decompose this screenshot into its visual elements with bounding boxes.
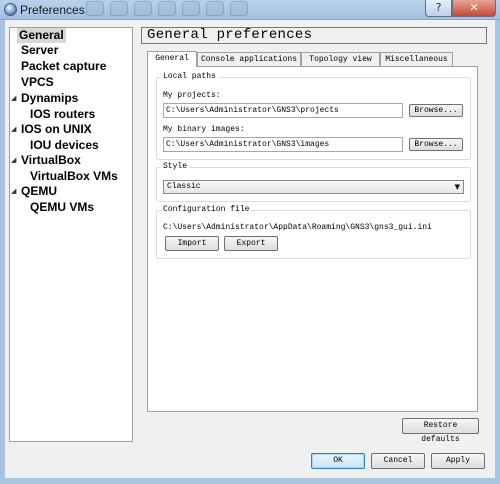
expand-arrow-icon[interactable]: ◢	[11, 122, 16, 137]
preferences-sidebar: General Server Packet capture VPCS ◢ Dyn…	[9, 27, 133, 442]
ok-button[interactable]: OK	[311, 453, 365, 469]
tab-topology-view[interactable]: Topology view	[301, 52, 380, 66]
preferences-app-icon	[4, 3, 17, 16]
sidebar-item-label: General	[17, 28, 66, 43]
import-button[interactable]: Import	[165, 236, 219, 251]
ghost-tool-icon	[110, 1, 128, 16]
sidebar-item-iou-devices[interactable]: IOU devices	[28, 138, 150, 153]
sidebar-item-virtualbox-vms[interactable]: VirtualBox VMs	[28, 169, 150, 184]
page-title: General preferences	[141, 27, 487, 44]
sidebar-item-label: QEMU VMs	[30, 200, 95, 214]
expand-arrow-icon[interactable]: ◢	[11, 184, 16, 199]
tab-console-applications[interactable]: Console applications	[197, 52, 301, 66]
config-file-path: C:\Users\Administrator\AppData\Roaming\G…	[163, 223, 432, 232]
sidebar-item-qemu-vms[interactable]: QEMU VMs	[28, 200, 150, 215]
sidebar-item-label: Server	[21, 43, 59, 57]
sidebar-item-general[interactable]: General	[17, 28, 139, 43]
general-tab-panel: Local paths My projects: C:\Users\Admini…	[147, 66, 478, 412]
style-selected-value: Classic	[167, 182, 201, 191]
cancel-button[interactable]: Cancel	[371, 453, 425, 469]
sidebar-item-packet-capture[interactable]: Packet capture	[19, 59, 141, 74]
window-title: Preferences	[20, 3, 85, 17]
style-title: Style	[161, 162, 190, 172]
sidebar-item-label: IOU devices	[30, 138, 99, 152]
sidebar-item-label: IOS on UNIX	[21, 122, 92, 136]
style-select[interactable]: Classic ▼	[163, 180, 464, 194]
configuration-file-group: Configuration file C:\Users\Administrato…	[156, 205, 471, 259]
help-button[interactable]: ?	[425, 0, 452, 17]
sidebar-item-server[interactable]: Server	[19, 43, 141, 58]
sidebar-item-vpcs[interactable]: VPCS	[19, 75, 141, 90]
tab-general[interactable]: General	[147, 51, 197, 67]
ghost-tool-icon	[158, 1, 176, 16]
apply-button[interactable]: Apply	[431, 453, 485, 469]
browse-images-button[interactable]: Browse...	[409, 138, 463, 151]
sidebar-item-label: Dynamips	[21, 91, 79, 105]
sidebar-item-dynamips[interactable]: ◢ Dynamips	[10, 91, 132, 106]
ghost-tool-icon	[86, 1, 104, 16]
sidebar-item-label: QEMU	[21, 184, 57, 198]
style-group: Style Classic ▼	[156, 162, 471, 202]
ghost-tool-icon	[134, 1, 152, 16]
expand-arrow-icon[interactable]: ◢	[11, 91, 16, 106]
sidebar-item-label: IOS routers	[30, 107, 96, 121]
images-path-field[interactable]: C:\Users\Administrator\GNS3\images	[163, 137, 403, 152]
export-button[interactable]: Export	[224, 236, 278, 251]
projects-path-field[interactable]: C:\Users\Administrator\GNS3\projects	[163, 103, 403, 118]
expand-arrow-icon[interactable]: ◢	[11, 153, 16, 168]
ghost-tool-icon	[182, 1, 200, 16]
sidebar-item-ios-routers[interactable]: IOS routers	[28, 107, 150, 122]
configuration-file-title: Configuration file	[161, 205, 252, 215]
tab-miscellaneous[interactable]: Miscellaneous	[380, 52, 453, 66]
local-paths-title: Local paths	[161, 72, 218, 82]
sidebar-item-qemu[interactable]: ◢ QEMU	[10, 184, 132, 199]
dropdown-caret-icon: ▼	[454, 183, 460, 191]
sidebar-item-label: VirtualBox VMs	[30, 169, 118, 183]
ghost-tool-icon	[230, 1, 248, 16]
close-button[interactable]: ✕	[452, 0, 496, 17]
restore-defaults-button[interactable]: Restore defaults	[402, 418, 479, 444]
local-paths-group: Local paths My projects: C:\Users\Admini…	[156, 72, 471, 160]
sidebar-item-label: Packet capture	[21, 59, 107, 73]
title-bar: Preferences ? ✕	[0, 0, 500, 20]
sidebar-item-label: VirtualBox	[21, 153, 81, 167]
sidebar-item-label: VPCS	[21, 75, 54, 89]
sidebar-item-virtualbox[interactable]: ◢ VirtualBox	[10, 153, 132, 168]
browse-projects-button[interactable]: Browse...	[409, 104, 463, 117]
background-toolbar	[86, 1, 276, 18]
sidebar-item-ios-on-unix[interactable]: ◢ IOS on UNIX	[10, 122, 132, 137]
images-label: My binary images:	[163, 125, 245, 134]
ghost-tool-icon	[206, 1, 224, 16]
projects-label: My projects:	[163, 91, 221, 100]
